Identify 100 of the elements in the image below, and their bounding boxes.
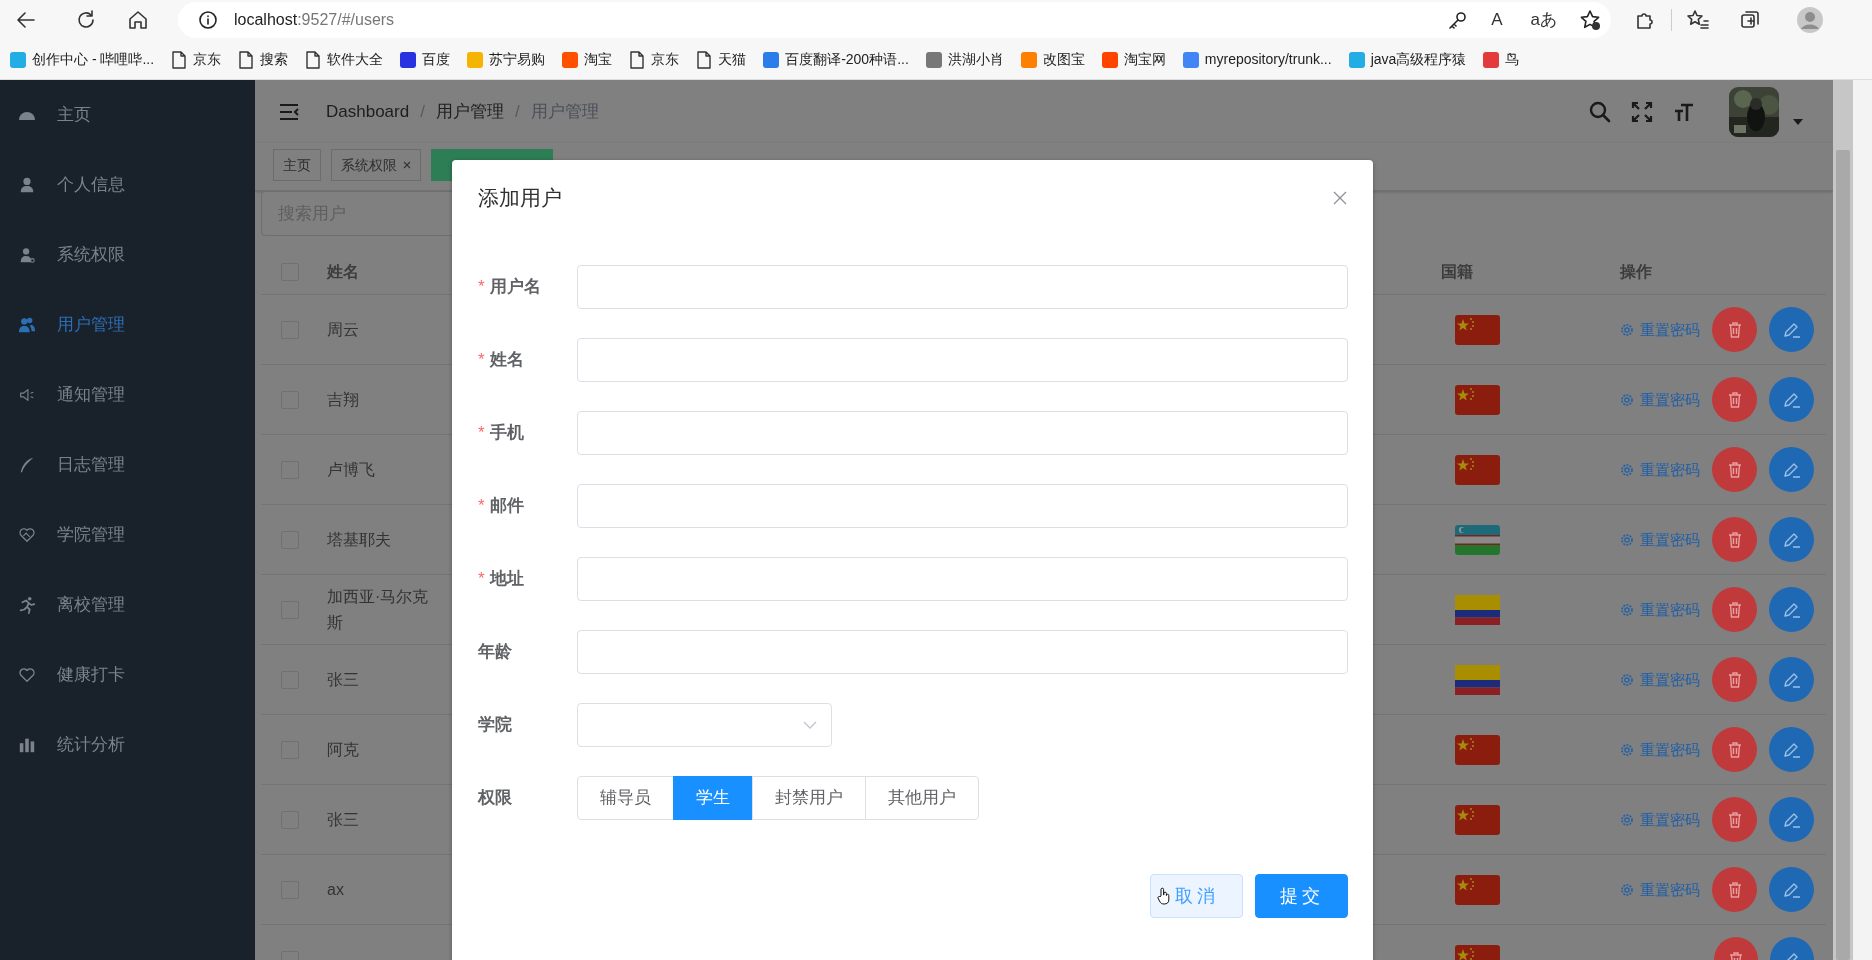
back-arrow-icon — [15, 9, 37, 31]
bookmark-link[interactable]: 苏宁易购 — [467, 49, 546, 70]
cancel-button[interactable]: 取消 — [1150, 874, 1243, 918]
read-aloud-button[interactable]: A — [1485, 5, 1509, 35]
name-cell: 周云 — [327, 320, 359, 338]
edit-button[interactable] — [1769, 517, 1814, 562]
caret-icon[interactable] — [1793, 118, 1803, 125]
address-bar[interactable]: localhost:9527/#/users A aあ — [178, 2, 1611, 38]
edit-button[interactable] — [1769, 727, 1814, 772]
radio-option[interactable]: 辅导员 — [577, 776, 674, 820]
submit-button[interactable]: 提交 — [1255, 874, 1348, 918]
page-icon — [238, 50, 255, 69]
search-icon[interactable] — [1589, 100, 1611, 123]
sidebar-item[interactable]: 离校管理 — [0, 570, 255, 640]
page-tag[interactable]: 系统权限 — [331, 149, 421, 181]
bookmark-link[interactable]: 改图宝 — [1020, 49, 1085, 70]
bookmark-link[interactable]: 百度翻译-200种语... — [763, 49, 909, 70]
sidebar-item[interactable]: 日志管理 — [0, 430, 255, 500]
field-label: 权限 — [478, 787, 513, 810]
sidebar-item[interactable]: 健康打卡 — [0, 640, 255, 710]
edit-button[interactable] — [1769, 447, 1814, 492]
edit-button[interactable] — [1769, 867, 1814, 912]
radio-option[interactable]: 其他用户 — [865, 776, 979, 820]
delete-button[interactable] — [1712, 517, 1757, 562]
bookmark-link[interactable]: 淘宝网 — [1101, 49, 1166, 70]
sidebar-item[interactable]: 系统权限 — [0, 220, 255, 290]
user-avatar-icon — [1797, 7, 1823, 33]
delete-button[interactable] — [1712, 587, 1757, 632]
scrollbar-thumb[interactable] — [1836, 150, 1850, 960]
breadcrumb-link[interactable]: Dashboard — [326, 98, 410, 125]
select-field[interactable] — [577, 703, 832, 747]
edit-button[interactable] — [1769, 377, 1814, 422]
field-label: * 邮件 — [478, 495, 525, 518]
delete-button[interactable] — [1712, 727, 1757, 772]
users-icon — [18, 316, 36, 334]
input-field[interactable] — [577, 338, 1348, 382]
translate-button[interactable]: aあ — [1524, 5, 1563, 35]
feather-icon — [18, 456, 36, 474]
input-field[interactable] — [577, 265, 1348, 309]
flag-icon — [1455, 734, 1500, 765]
bookmark-link[interactable]: 京东 — [171, 49, 222, 70]
bookmark-link[interactable]: 京东 — [629, 49, 680, 70]
flag-icon — [1455, 664, 1500, 695]
close-icon[interactable] — [1333, 191, 1347, 205]
sidebar-item[interactable]: 主页 — [0, 80, 255, 150]
delete-button[interactable] — [1712, 377, 1757, 422]
edit-button[interactable] — [1769, 657, 1814, 702]
input-field[interactable] — [577, 630, 1348, 674]
input-field[interactable] — [577, 557, 1348, 601]
star-add-icon[interactable] — [1579, 9, 1601, 31]
bookmark-link[interactable]: 创作中心 - 哔哩哔... — [10, 49, 155, 70]
fullscreen-icon[interactable] — [1631, 100, 1653, 123]
bookmark-link[interactable]: 天猫 — [696, 49, 747, 70]
info-icon — [198, 10, 218, 30]
heart-icon — [18, 666, 36, 684]
gauge-icon — [18, 110, 36, 120]
flag-icon — [1455, 594, 1500, 625]
sidebar-item[interactable]: 用户管理 — [0, 290, 255, 360]
delete-button[interactable] — [1712, 657, 1757, 702]
bookmark-link[interactable]: 淘宝 — [562, 49, 613, 70]
sidebar-item[interactable]: 学院管理 — [0, 500, 255, 570]
gear-icon — [1620, 532, 1634, 547]
radio-option[interactable]: 学生 — [673, 776, 753, 820]
bookmark-link[interactable]: 鸟 — [1483, 49, 1520, 70]
gear-icon — [1620, 672, 1634, 687]
edit-button[interactable] — [1769, 307, 1814, 352]
delete-button[interactable] — [1712, 307, 1757, 352]
edit-button[interactable] — [1769, 587, 1814, 632]
radio-option[interactable]: 封禁用户 — [752, 776, 866, 820]
user-icon — [18, 176, 36, 194]
name-cell: 张三 — [327, 670, 359, 688]
delete-button[interactable] — [1712, 867, 1757, 912]
bookmark-link[interactable]: java高级程序猿 — [1348, 49, 1467, 70]
name-cell: 阿克 — [327, 740, 359, 758]
page-icon — [629, 50, 646, 69]
bookmark-link[interactable]: 搜索 — [238, 49, 289, 70]
favorites-icon — [1687, 9, 1709, 31]
delete-button[interactable] — [1712, 447, 1757, 492]
page-tag[interactable]: 主页 — [273, 149, 321, 181]
delete-button[interactable] — [1712, 797, 1757, 842]
bookmark-link[interactable]: 软件大全 — [305, 49, 384, 70]
column-header: 国籍 — [1441, 263, 1473, 281]
bookmark-link[interactable]: 百度 — [400, 49, 451, 70]
input-field[interactable] — [577, 411, 1348, 455]
menu-icon[interactable] — [279, 102, 299, 121]
close-icon[interactable] — [403, 161, 411, 169]
name-cell: 卢博飞 — [327, 460, 375, 478]
gear-icon — [1620, 462, 1634, 477]
chevron-down-icon — [803, 721, 817, 729]
edit-button[interactable] — [1769, 797, 1814, 842]
heart-hands-icon — [18, 526, 36, 544]
sidebar-item[interactable]: 个人信息 — [0, 150, 255, 220]
input-field[interactable] — [577, 484, 1348, 528]
flag-icon — [1455, 454, 1500, 485]
breadcrumb-separator: / — [514, 100, 520, 123]
bookmark-link[interactable]: myrepository/trunk... — [1182, 49, 1332, 70]
sidebar-item[interactable]: 通知管理 — [0, 360, 255, 430]
sidebar-item[interactable]: 统计分析 — [0, 710, 255, 780]
breadcrumb-link[interactable]: 用户管理 — [435, 98, 504, 125]
bookmark-link[interactable]: 洪湖小肖 — [925, 49, 1004, 70]
